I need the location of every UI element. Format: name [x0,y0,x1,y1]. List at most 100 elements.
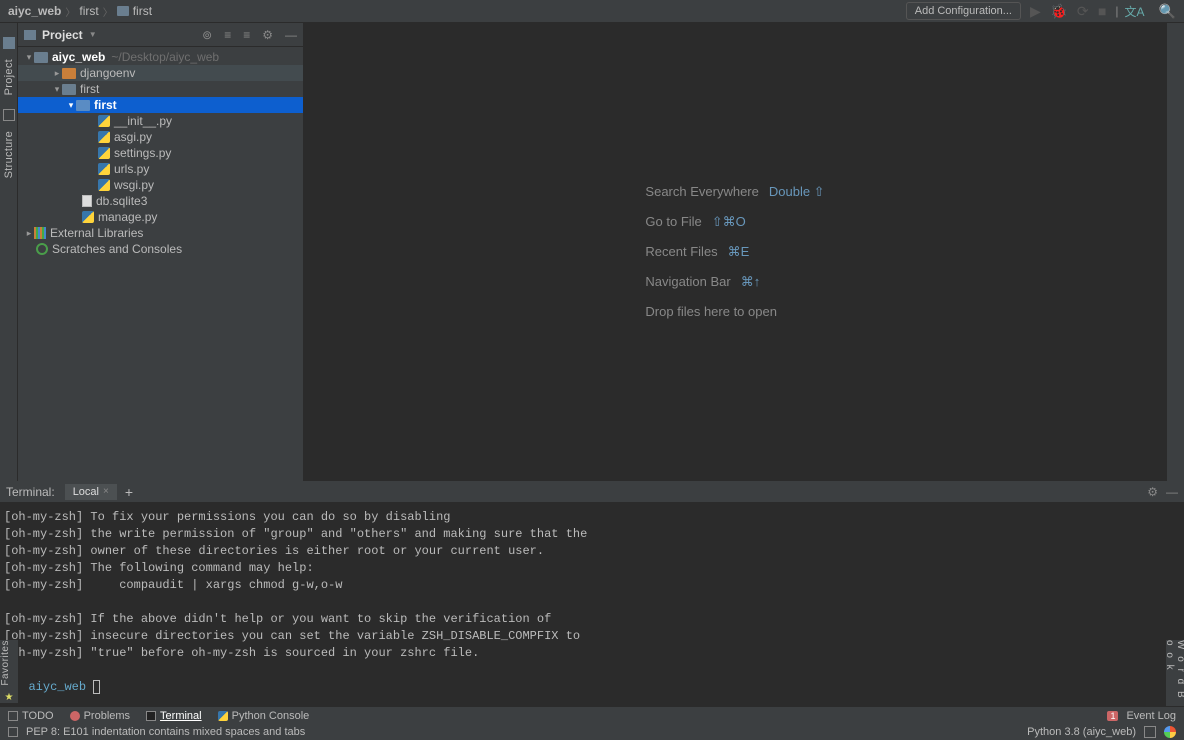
breadcrumb-mid[interactable]: first [79,4,98,18]
project-tree[interactable]: ▾ aiyc_web ~/Desktop/aiyc_web ▸ djangoen… [18,47,303,481]
file-icon [82,195,92,207]
status-show-tool-icon[interactable] [8,727,18,737]
welcome-hints: Search EverywhereDouble ⇧ Go to File⇧⌘O … [645,177,824,327]
structure-strip-label[interactable]: Structure [3,131,15,178]
stop-icon[interactable]: ■ [1098,3,1106,19]
translate-icon[interactable]: 文A [1125,3,1145,20]
project-view-icon [24,30,36,40]
structure-strip-icon[interactable] [3,109,15,121]
todo-button[interactable]: TODO [8,710,54,722]
tree-item-external-libraries[interactable]: ▸ External Libraries [18,225,303,241]
run-icon[interactable]: ▶ [1030,3,1041,19]
search-icon[interactable]: 🔍 [1159,3,1176,20]
hide-icon[interactable]: — [1166,485,1178,499]
favorites-strip[interactable]: Favorites ★ [0,640,18,703]
hint-goto-label: Go to File [645,207,701,237]
event-log-button[interactable]: 1Event Log [1107,710,1176,722]
terminal-tab-local[interactable]: Local × [65,484,117,500]
terminal-tabbar: Terminal: Local × + ⚙ — [0,481,1184,503]
chevron-right-icon[interactable]: ▸ [24,228,34,239]
tree-item-init[interactable]: __init__.py [18,113,303,129]
chevron-right-icon: 〉 [65,4,75,19]
tree-item-first[interactable]: ▾ first [18,81,303,97]
scratches-icon [36,243,48,255]
star-icon: ★ [0,692,18,703]
ide-status-icon[interactable] [1144,726,1156,738]
bottom-tool-strip: TODO Problems Terminal Python Console 1E… [0,706,1184,724]
hint-drop-label: Drop files here to open [645,297,777,327]
problems-button[interactable]: Problems [70,710,130,722]
prompt-cwd: aiyc_web [28,680,86,694]
project-strip-icon[interactable] [3,37,15,49]
project-header-title[interactable]: Project [42,28,83,42]
hint-recent-label: Recent Files [645,237,717,267]
hint-navbar-label: Navigation Bar [645,267,730,297]
project-header: Project ▼ ⊚ ≡ ≡ ⚙ — [18,23,303,47]
hide-icon[interactable]: — [285,28,297,42]
python-file-icon [98,163,110,175]
debug-icon[interactable]: 🐞 [1050,3,1067,19]
terminal-tool-window: Terminal: Local × + ⚙ — [oh-my-zsh] To f… [0,481,1184,706]
folder-icon [62,68,76,79]
tree-item-djangoenv[interactable]: ▸ djangoenv [18,65,303,81]
left-tool-strip: Project Structure [0,23,18,481]
python-file-icon [98,131,110,143]
project-tool-window: Project ▼ ⊚ ≡ ≡ ⚙ — ▾ aiyc_web ~/Desktop… [18,23,304,481]
python-file-icon [98,115,110,127]
folder-icon [117,6,129,16]
tree-item-db[interactable]: db.sqlite3 [18,193,303,209]
status-python-interpreter[interactable]: Python 3.8 (aiyc_web) [1027,726,1136,738]
terminal-button[interactable]: Terminal [146,710,202,722]
terminal-line: [oh-my-zsh] owner of these directories i… [4,544,544,558]
status-bar: PEP 8: E101 indentation contains mixed s… [0,724,1184,740]
list-icon [8,711,18,721]
chevron-down-icon[interactable]: ▼ [89,30,97,39]
editor-empty-state[interactable]: Search EverywhereDouble ⇧ Go to File⇧⌘O … [304,23,1166,481]
python-console-button[interactable]: Python Console [218,710,310,722]
hint-search-key: Double ⇧ [769,177,825,207]
terminal-output[interactable]: [oh-my-zsh] To fix your permissions you … [0,503,1184,706]
folder-icon [34,52,48,63]
tree-root[interactable]: ▾ aiyc_web ~/Desktop/aiyc_web [18,49,303,65]
package-icon [76,100,90,111]
terminal-title: Terminal: [6,485,55,499]
tree-item-asgi[interactable]: asgi.py [18,129,303,145]
terminal-line: [oh-my-zsh] If the above didn't help or … [4,612,551,626]
close-icon[interactable]: × [103,486,109,497]
breadcrumb-leaf[interactable]: first [117,4,152,18]
project-strip-label[interactable]: Project [3,59,15,95]
event-badge: 1 [1107,711,1118,721]
expand-all-icon[interactable]: ≡ [224,28,231,42]
tree-item-settings[interactable]: settings.py [18,145,303,161]
chevron-down-icon[interactable]: ▾ [52,84,62,95]
terminal-line: [oh-my-zsh] compaudit | xargs chmod g-w,… [4,578,342,592]
tree-item-manage[interactable]: manage.py [18,209,303,225]
tree-item-scratches[interactable]: Scratches and Consoles [18,241,303,257]
navigation-bar: aiyc_web 〉 first 〉 first Add Configurati… [0,0,1184,23]
gear-icon[interactable]: ⚙ [262,28,273,42]
tree-item-urls[interactable]: urls.py [18,161,303,177]
gear-icon[interactable]: ⚙ [1147,485,1158,499]
python-file-icon [98,147,110,159]
right-tool-strip [1166,23,1184,481]
hint-search-label: Search Everywhere [645,177,758,207]
python-file-icon [98,179,110,191]
chevron-down-icon[interactable]: ▾ [24,52,34,63]
collapse-all-icon[interactable]: ≡ [243,28,250,42]
add-terminal-button[interactable]: + [125,484,133,500]
coverage-icon[interactable]: ⟳ [1077,3,1089,19]
terminal-line: [oh-my-zsh] insecure directories you can… [4,629,580,643]
google-icon[interactable] [1164,726,1176,738]
python-icon [218,711,228,721]
warning-icon [70,711,80,721]
wordbook-strip[interactable]: W o r d B o o k [1166,640,1184,706]
locate-icon[interactable]: ⊚ [202,28,212,42]
tree-item-wsgi[interactable]: wsgi.py [18,177,303,193]
status-message: PEP 8: E101 indentation contains mixed s… [26,726,305,738]
chevron-down-icon[interactable]: ▾ [66,100,76,111]
hint-goto-key: ⇧⌘O [712,207,746,237]
chevron-right-icon[interactable]: ▸ [52,68,62,79]
tree-item-first-inner[interactable]: ▾ first [18,97,303,113]
add-configuration-button[interactable]: Add Configuration... [906,2,1021,20]
breadcrumb-root[interactable]: aiyc_web [8,4,61,18]
